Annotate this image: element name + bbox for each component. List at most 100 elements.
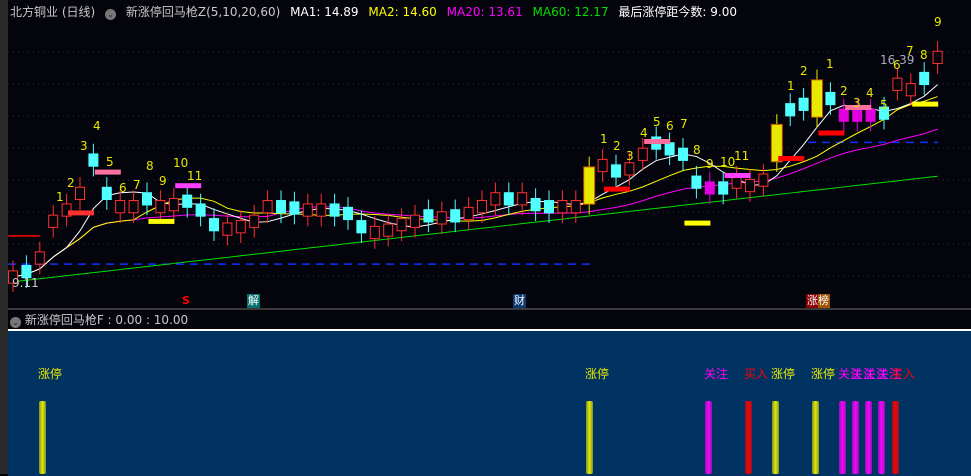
signal-panel: 涨停 涨停 关注 买入 涨停 涨停 关注 关注 关注 关注 买入 [8, 329, 971, 476]
low-price-label: 9.11 [12, 276, 39, 290]
signal-label: 涨停 [38, 367, 63, 381]
ma60-line [12, 175, 938, 283]
signal-column [852, 401, 859, 474]
candle-body [718, 181, 729, 195]
candle-body [369, 225, 380, 240]
ma60-value: MA60: 12.17 [532, 5, 609, 19]
wave-count-label: 7 [133, 178, 141, 192]
candle-body [838, 108, 849, 122]
candle-body [611, 164, 621, 178]
marker-unlock[interactable]: 解 [247, 294, 260, 308]
sub-indicator-header: ⌄ 新涨停回马枪F : 0.00 : 10.00 [10, 311, 188, 328]
candle-body [316, 203, 327, 217]
wave-count-label: 9 [159, 174, 167, 188]
candle-body [88, 153, 99, 167]
candle-body [557, 200, 568, 214]
candle-body [168, 198, 179, 212]
marker-s[interactable]: S [181, 294, 191, 308]
candle-body [530, 198, 541, 212]
candle-body [892, 77, 903, 91]
candle-body [664, 142, 675, 156]
candle-body [75, 186, 85, 201]
candle-body [383, 223, 394, 237]
candle-body [423, 209, 434, 223]
wave-count-label: 2 [800, 64, 808, 78]
candle-body [919, 71, 930, 86]
candle-body [249, 214, 260, 228]
candle-body [289, 201, 300, 215]
candle-body [222, 222, 233, 236]
candle-body [34, 251, 45, 265]
ma1-line [12, 84, 938, 278]
wave-count-label: 6 [666, 119, 674, 133]
candle-body [115, 200, 126, 214]
signal-column [586, 401, 593, 474]
candle-body [48, 214, 59, 228]
candle-body [811, 79, 823, 118]
signal-bar [912, 101, 939, 107]
candle-body [490, 192, 501, 206]
wave-count-label: 1 [787, 79, 795, 93]
candle-body [704, 181, 715, 195]
signal-bar [724, 173, 751, 178]
sub-indicator-title[interactable]: 新涨停回马枪F : 0.00 : 10.00 [25, 313, 188, 327]
wave-count-label: 10 [173, 156, 189, 170]
candle-body [570, 200, 581, 214]
candle-body [637, 147, 648, 161]
candle-body [128, 200, 139, 214]
candle-body [678, 147, 688, 161]
signal-label: 涨停 [811, 367, 836, 381]
wave-count-label: 10 [720, 155, 736, 169]
candle-body [852, 108, 863, 122]
ma2-value: MA2: 14.60 [368, 5, 437, 19]
candle-body [758, 173, 769, 187]
candle-body [209, 218, 219, 232]
wave-count-label: 9 [934, 15, 942, 29]
stock-title: 北方铜业 (日线) [10, 5, 96, 19]
wave-count-label: 1 [600, 132, 608, 146]
chart-header: 北方铜业 (日线) ⌄ 新涨停回马枪Z(5,10,20,60) MA1: 14.… [10, 3, 743, 20]
candle-body [624, 162, 635, 176]
wave-count-label: 4 [640, 126, 648, 140]
indicator-menu-icon[interactable]: ⌄ [105, 9, 117, 20]
candle-body [142, 192, 152, 206]
ma1-value: MA1: 14.89 [290, 5, 359, 19]
signal-bar [68, 210, 94, 216]
signal-column [892, 401, 899, 474]
candle-body [477, 200, 487, 214]
candle-body [182, 194, 193, 208]
signal-column [772, 401, 779, 474]
candle-body [798, 97, 809, 111]
wave-count-label: 8 [146, 159, 154, 173]
wave-count-label: 3 [853, 96, 861, 110]
wave-count-label: 1 [56, 190, 64, 204]
marker-finance[interactable]: 财 [513, 294, 526, 308]
candle-body [235, 220, 246, 234]
candle-body [463, 206, 474, 221]
candle-body [343, 206, 353, 221]
marker-top-list[interactable]: 涨榜 [806, 294, 830, 308]
wave-count-label: 11 [187, 169, 203, 183]
signal-label: 买入 [891, 367, 916, 381]
candle-body [583, 166, 596, 205]
candle-body [785, 103, 796, 117]
candle-body [329, 203, 340, 217]
signal-bar [175, 183, 202, 189]
signal-label: 涨停 [585, 367, 610, 381]
wave-count-label: 11 [734, 149, 750, 163]
candle-body [503, 192, 514, 206]
signal-bar [148, 218, 175, 224]
panel-divider[interactable] [8, 308, 971, 310]
candle-body [517, 192, 528, 206]
wave-count-label: 8 [693, 143, 701, 157]
wave-count-label: 3 [626, 149, 634, 163]
signal-bar [818, 130, 845, 136]
candle-body [356, 220, 367, 234]
wave-count-label: 4 [93, 119, 101, 133]
candle-body [410, 214, 420, 228]
signal-bar [644, 139, 671, 144]
candle-body [436, 211, 447, 225]
indicator-menu-icon[interactable]: ⌄ [10, 317, 21, 328]
indicator-name[interactable]: 新涨停回马枪Z(5,10,20,60) [126, 5, 280, 19]
signal-column [39, 401, 46, 474]
